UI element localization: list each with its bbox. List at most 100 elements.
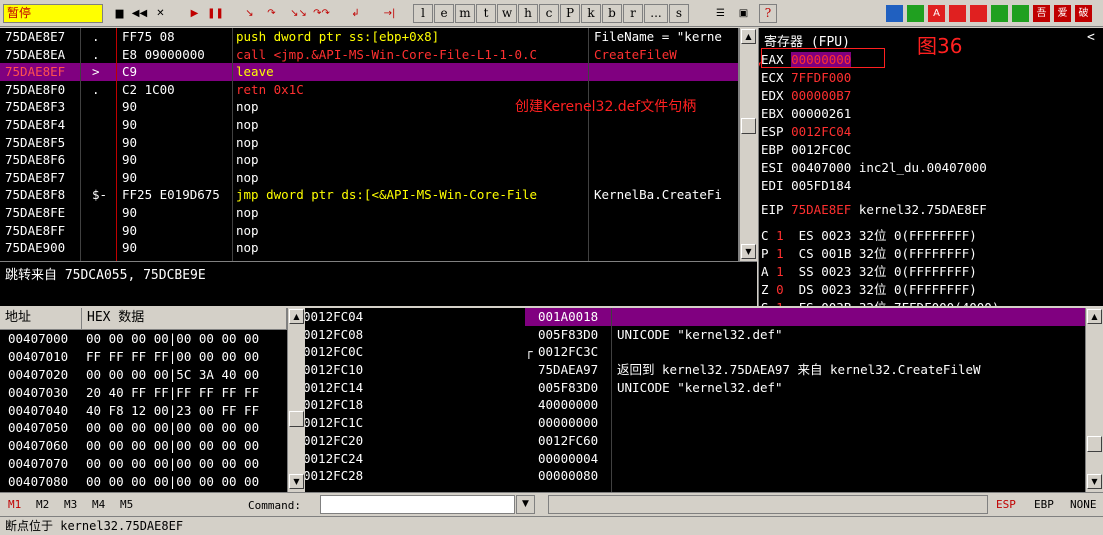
disasm-row[interactable]: 75DAE8F6 90 nop xyxy=(0,151,738,169)
toolbar-letter-button[interactable]: ... xyxy=(644,4,668,23)
toolbar-letter-button[interactable]: w xyxy=(497,4,517,23)
register-value[interactable]: 000000B7 xyxy=(791,88,851,103)
ir-icon[interactable] xyxy=(886,5,903,22)
stack-row[interactable]: 0012FC04 001A0018 xyxy=(305,308,1085,326)
flag-value[interactable]: 1 xyxy=(776,246,784,261)
ai-icon[interactable]: 爱 xyxy=(1054,5,1071,22)
disasm-row[interactable]: 75DAE8EF > C9 leave xyxy=(0,63,738,81)
memory-tab[interactable]: M2 xyxy=(36,498,49,511)
k-icon[interactable]: 吾 xyxy=(1033,5,1050,22)
command-input[interactable] xyxy=(320,495,515,514)
flag-value[interactable]: 0 xyxy=(776,282,784,297)
restart-icon[interactable]: ◀◀ xyxy=(131,5,148,22)
open-icon[interactable]: ▆ xyxy=(111,5,128,22)
toolbar-letter-button[interactable]: r xyxy=(623,4,643,23)
dump-col-address[interactable]: 地址 xyxy=(0,308,82,330)
scroll-down-icon[interactable]: ▼ xyxy=(741,244,756,259)
ia-icon[interactable]: A xyxy=(928,5,945,22)
m-icon[interactable] xyxy=(991,5,1008,22)
scroll-thumb[interactable] xyxy=(741,118,756,134)
register-value[interactable]: 7FFDF000 xyxy=(791,70,851,85)
flag-row[interactable]: C 1 ES 0023 32位 0(FFFFFFFF) xyxy=(761,227,977,244)
scroll-up-icon[interactable]: ▲ xyxy=(289,309,304,324)
toolbar-letter-button[interactable]: k xyxy=(581,4,601,23)
dump-row[interactable]: 00407050 00 00 00 00|00 00 00 00 xyxy=(0,419,287,437)
step-into-icon[interactable]: ↘ xyxy=(241,5,258,22)
disasm-row[interactable]: 75DAE900 90 nop xyxy=(0,239,738,257)
ii-icon[interactable] xyxy=(907,5,924,22)
register-value[interactable]: 005FD184 xyxy=(791,178,851,193)
ring-icon[interactable] xyxy=(970,5,987,22)
broken-icon[interactable]: 破 xyxy=(1075,5,1092,22)
dump-row[interactable]: 00407010 FF FF FF FF|00 00 00 00 xyxy=(0,348,287,366)
register-row[interactable]: EDX 000000B7 xyxy=(761,87,859,104)
stack-row[interactable]: 0012FC0C ┌ 0012FC3C xyxy=(305,343,1085,361)
run-icon[interactable]: ▶ xyxy=(186,5,203,22)
flag-value[interactable]: 1 xyxy=(776,264,784,279)
dump-row[interactable]: 00407030 20 40 FF FF|FF FF FF FF xyxy=(0,384,287,402)
memory-tab[interactable]: M1 xyxy=(8,498,21,511)
register-value[interactable]: 00000261 xyxy=(791,106,851,121)
execute-till-return-icon[interactable]: ↲ xyxy=(347,5,364,22)
dump-pane[interactable]: 00407000 00 00 00 00|00 00 00 00 00407010 F… xyxy=(0,330,287,492)
disasm-row[interactable]: 75DAE8FE 90 nop xyxy=(0,204,738,222)
register-row[interactable]: EBX 00000261 xyxy=(761,105,859,122)
flag-row[interactable]: S 1 FS 003B 32位 7FFDF000(4000) xyxy=(761,299,999,306)
memory-tab[interactable]: M3 xyxy=(64,498,77,511)
dump-row[interactable]: 00407000 00 00 00 00|00 00 00 00 xyxy=(0,330,287,348)
toolbar-letter-button[interactable]: s xyxy=(669,4,689,23)
disasm-row[interactable]: 75DAE8F7 90 nop xyxy=(0,169,738,187)
dump-row[interactable]: 00407040 40 F8 12 00|23 00 FF FF xyxy=(0,402,287,420)
disasm-row[interactable]: 75DAE8EA. E8 09000000 call <jmp.&API-MS-Wi… xyxy=(0,46,738,64)
step-over-icon[interactable]: ↷ xyxy=(263,5,280,22)
registers-pane[interactable]: 寄存器 (FPU) < 图36 EAX 00000000 ECX 7FFDF00… xyxy=(758,28,1103,306)
register-row[interactable]: ECX 7FFDF000 xyxy=(761,69,859,86)
flag-row[interactable]: P 1 CS 001B 32位 0(FFFFFFFF) xyxy=(761,245,977,262)
registers-collapse-icon[interactable]: < xyxy=(1087,30,1095,45)
stack-pane[interactable]: 0012FC04 001A0018 0012FC08 005F83D0 UNICODE … xyxy=(305,308,1085,492)
scroll-down-icon[interactable]: ▼ xyxy=(289,474,304,489)
toolbar-letter-button[interactable]: P xyxy=(560,4,580,23)
red-dot-icon[interactable] xyxy=(949,5,966,22)
close-icon[interactable]: ✕ xyxy=(152,5,169,22)
trace-over-icon[interactable]: ↷↷ xyxy=(313,5,330,22)
l-icon[interactable] xyxy=(1012,5,1029,22)
stack-row[interactable]: 0012FC28 00000080 xyxy=(305,467,1085,485)
stack-mode-button[interactable]: NONE xyxy=(1070,498,1097,511)
memory-tab[interactable]: M4 xyxy=(92,498,105,511)
eip-row[interactable]: EIP 75DAE8EF kernel32.75DAE8EF xyxy=(761,201,987,218)
dump-col-hex[interactable]: HEX 数据 xyxy=(82,308,287,330)
go-to-icon[interactable]: →| xyxy=(381,5,398,22)
dump-row[interactable]: 00407020 00 00 00 00|5C 3A 40 00 xyxy=(0,366,287,384)
scroll-up-icon[interactable]: ▲ xyxy=(741,29,756,44)
dump-row[interactable]: 00407060 00 00 00 00|00 00 00 00 xyxy=(0,437,287,455)
toolbar-letter-button[interactable]: t xyxy=(476,4,496,23)
register-value[interactable]: 75DAE8EF xyxy=(791,202,851,217)
register-value[interactable]: 0012FC04 xyxy=(791,124,851,139)
toolbar-letter-button[interactable]: l xyxy=(413,4,433,23)
register-value[interactable]: 00407000 xyxy=(791,160,851,175)
dump-row[interactable]: 00407080 00 00 00 00|00 00 00 00 xyxy=(0,473,287,491)
cpu-scrollbar[interactable]: ▲ ▼ xyxy=(739,28,757,261)
stack-row[interactable]: 0012FC08 005F83D0 UNICODE "kernel32.def" xyxy=(305,326,1085,344)
pause-icon[interactable]: ❚❚ xyxy=(207,5,224,22)
dump-row[interactable]: 00407070 00 00 00 00|00 00 00 00 xyxy=(0,455,287,473)
list-icon[interactable]: ☰ xyxy=(712,5,729,22)
stack-mode-button[interactable]: EBP xyxy=(1034,498,1054,511)
toolbar-letter-button[interactable]: e xyxy=(434,4,454,23)
register-value[interactable]: 00000000 xyxy=(791,52,852,67)
flag-row[interactable]: A 1 SS 0023 32位 0(FFFFFFFF) xyxy=(761,263,977,280)
toolbar-letter-button[interactable]: h xyxy=(518,4,538,23)
memory-tab[interactable]: M5 xyxy=(120,498,133,511)
stack-row[interactable]: 0012FC1C 00000000 xyxy=(305,414,1085,432)
cpu-disassembly-pane[interactable]: 75DAE8E7. FF75 08 push dword ptr ss:[ebp+0… xyxy=(0,28,739,261)
scroll-thumb[interactable] xyxy=(289,411,304,427)
scroll-down-icon[interactable]: ▼ xyxy=(1087,474,1102,489)
disasm-row[interactable]: 75DAE8E7. FF75 08 push dword ptr ss:[ebp+0… xyxy=(0,28,738,46)
scroll-up-icon[interactable]: ▲ xyxy=(1087,309,1102,324)
flag-value[interactable]: 1 xyxy=(776,228,784,243)
trace-into-icon[interactable]: ↘↘ xyxy=(290,5,307,22)
disasm-row[interactable]: 75DAE8FF 90 nop xyxy=(0,222,738,240)
disasm-row[interactable]: 75DAE8F8 $- FF25 E019D675 jmp dword ptr ds:… xyxy=(0,186,738,204)
flag-row[interactable]: Z 0 DS 0023 32位 0(FFFFFFFF) xyxy=(761,281,977,298)
